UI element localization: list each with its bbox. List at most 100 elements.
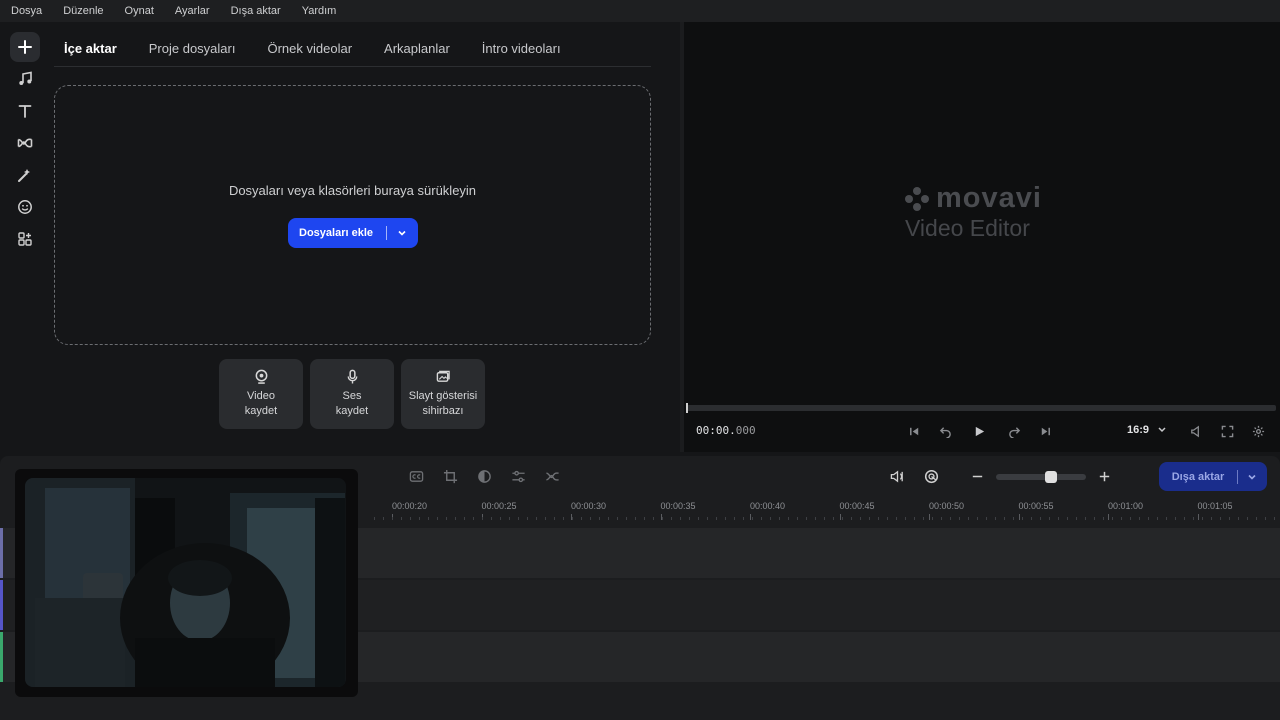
contrast-icon xyxy=(477,469,491,483)
ruler-minor-tick xyxy=(1274,517,1275,520)
menu-file[interactable]: Dosya xyxy=(8,5,45,17)
ruler-tick xyxy=(1018,514,1020,520)
play-button[interactable] xyxy=(970,422,988,440)
ruler-minor-tick xyxy=(401,517,402,520)
step-forward-button[interactable] xyxy=(1005,422,1023,440)
ruler-minor-tick xyxy=(590,517,591,520)
effects-tool-button[interactable] xyxy=(10,160,40,190)
ruler-minor-tick xyxy=(950,517,951,520)
transition-wizard-button[interactable] xyxy=(543,467,561,485)
tab-import[interactable]: İçe aktar xyxy=(56,33,117,64)
player-settings-button[interactable] xyxy=(1249,422,1267,440)
volume-button[interactable] xyxy=(1186,422,1204,440)
music-icon xyxy=(19,71,32,85)
timeline-ruler[interactable]: 00:00:20 00:00:25 00:00:30 00:00:35 00:00:40… xyxy=(360,496,1280,524)
record-audio-line2: kaydet xyxy=(335,405,369,417)
ruler-minor-tick xyxy=(905,517,906,520)
ruler-minor-tick xyxy=(806,517,807,520)
ruler-label: 00:00:45 xyxy=(839,501,875,511)
menu-settings[interactable]: Ayarlar xyxy=(172,5,213,17)
preview-scrubber[interactable] xyxy=(686,403,1276,413)
skip-start-button[interactable] xyxy=(905,422,923,440)
zoom-slider[interactable] xyxy=(996,471,1086,483)
ruler-minor-tick xyxy=(563,517,564,520)
video-track-indicator xyxy=(0,528,3,578)
audio-detach-button[interactable] xyxy=(888,467,906,485)
stickers-tool-button[interactable] xyxy=(10,192,40,222)
ruler-minor-tick xyxy=(1022,517,1023,520)
ruler-minor-tick xyxy=(1166,517,1167,520)
ruler-minor-tick xyxy=(437,517,438,520)
music-tool-button[interactable] xyxy=(10,64,40,94)
ruler-minor-tick xyxy=(896,517,897,520)
skip-start-icon xyxy=(909,427,918,435)
ruler-minor-tick xyxy=(1157,517,1158,520)
ruler-tick xyxy=(750,514,751,520)
ruler-minor-tick xyxy=(1049,517,1050,520)
ruler-minor-tick xyxy=(1247,517,1248,520)
ruler-minor-tick xyxy=(482,517,483,520)
ruler-minor-tick xyxy=(1067,517,1068,520)
ruler-minor-tick xyxy=(473,517,474,520)
zoom-out-button[interactable] xyxy=(968,467,986,485)
tab-project-files[interactable]: Proje dosyaları xyxy=(141,33,236,64)
captions-button[interactable] xyxy=(407,467,425,485)
ruler-minor-tick xyxy=(446,517,447,520)
menu-edit[interactable]: Düzenle xyxy=(60,5,106,17)
ruler-minor-tick xyxy=(383,517,384,520)
sliders-icon xyxy=(511,470,525,482)
tab-backgrounds[interactable]: Arkaplanlar xyxy=(376,33,450,64)
ruler-minor-tick xyxy=(878,517,879,520)
speaker-icon xyxy=(1190,425,1199,437)
scene-detect-button[interactable] xyxy=(922,467,940,485)
crop-button[interactable] xyxy=(441,467,459,485)
menu-help[interactable]: Yardım xyxy=(299,5,340,17)
import-tool-button[interactable] xyxy=(10,32,40,62)
text-tool-button[interactable] xyxy=(10,96,40,126)
ruler-minor-tick xyxy=(734,517,735,520)
record-video-line1: Video xyxy=(247,390,275,402)
ruler-minor-tick xyxy=(851,517,852,520)
import-tabs: İçe aktar Proje dosyaları Örnek videolar… xyxy=(56,30,585,66)
left-toolbar xyxy=(0,22,50,452)
ruler-label: 00:00:50 xyxy=(929,501,965,511)
more-tools-button[interactable] xyxy=(10,224,40,254)
ruler-minor-tick xyxy=(761,517,762,520)
add-files-dropdown[interactable] xyxy=(387,228,417,238)
color-adjust-button[interactable] xyxy=(475,467,493,485)
transitions-tool-button[interactable] xyxy=(10,128,40,158)
add-files-button[interactable]: Dosyaları ekle xyxy=(288,218,418,248)
ruler-minor-tick xyxy=(725,517,726,520)
export-dropdown[interactable] xyxy=(1238,472,1266,482)
ruler-tick xyxy=(839,514,841,520)
clip-properties-button[interactable] xyxy=(509,467,527,485)
menu-export[interactable]: Dışa aktar xyxy=(228,5,284,17)
record-audio-line1: Ses xyxy=(342,390,362,402)
ruler-label: 00:01:05 xyxy=(1197,501,1233,511)
ruler-label: 00:00:40 xyxy=(750,501,786,511)
playhead[interactable] xyxy=(686,403,688,413)
step-back-button[interactable] xyxy=(936,422,954,440)
slideshow-wizard-button[interactable]: Slayt gösterisi sihirbazı xyxy=(401,359,485,429)
tab-intro-videos[interactable]: İntro videoları xyxy=(474,33,561,64)
ruler-minor-tick xyxy=(428,517,429,520)
tab-sample-videos[interactable]: Örnek videolar xyxy=(259,33,352,64)
zoom-in-button[interactable] xyxy=(1095,467,1113,485)
ruler-minor-tick xyxy=(554,517,555,520)
record-audio-button[interactable]: Ses kaydet xyxy=(310,359,394,429)
ruler-minor-tick xyxy=(707,517,708,520)
ruler-label: 00:00:55 xyxy=(1018,501,1054,511)
zoom-slider-thumb[interactable] xyxy=(1045,471,1057,483)
file-drop-zone[interactable]: Dosyaları veya klasörleri buraya sürükle… xyxy=(54,85,651,345)
ruler-minor-tick xyxy=(1193,517,1194,520)
aspect-ratio-select[interactable]: 16:9 xyxy=(1127,424,1169,436)
ruler-label: 00:00:25 xyxy=(481,501,517,511)
menu-play[interactable]: Oynat xyxy=(122,5,157,17)
redo-arrow-icon xyxy=(1008,426,1020,438)
record-video-button[interactable]: Video kaydet xyxy=(219,359,303,429)
movavi-logo: movavi Video Editor xyxy=(904,182,1042,242)
skip-end-button[interactable] xyxy=(1036,422,1054,440)
fullscreen-button[interactable] xyxy=(1218,422,1236,440)
audio-track-indicator xyxy=(0,580,3,630)
export-button[interactable]: Dışa aktar xyxy=(1159,462,1267,491)
